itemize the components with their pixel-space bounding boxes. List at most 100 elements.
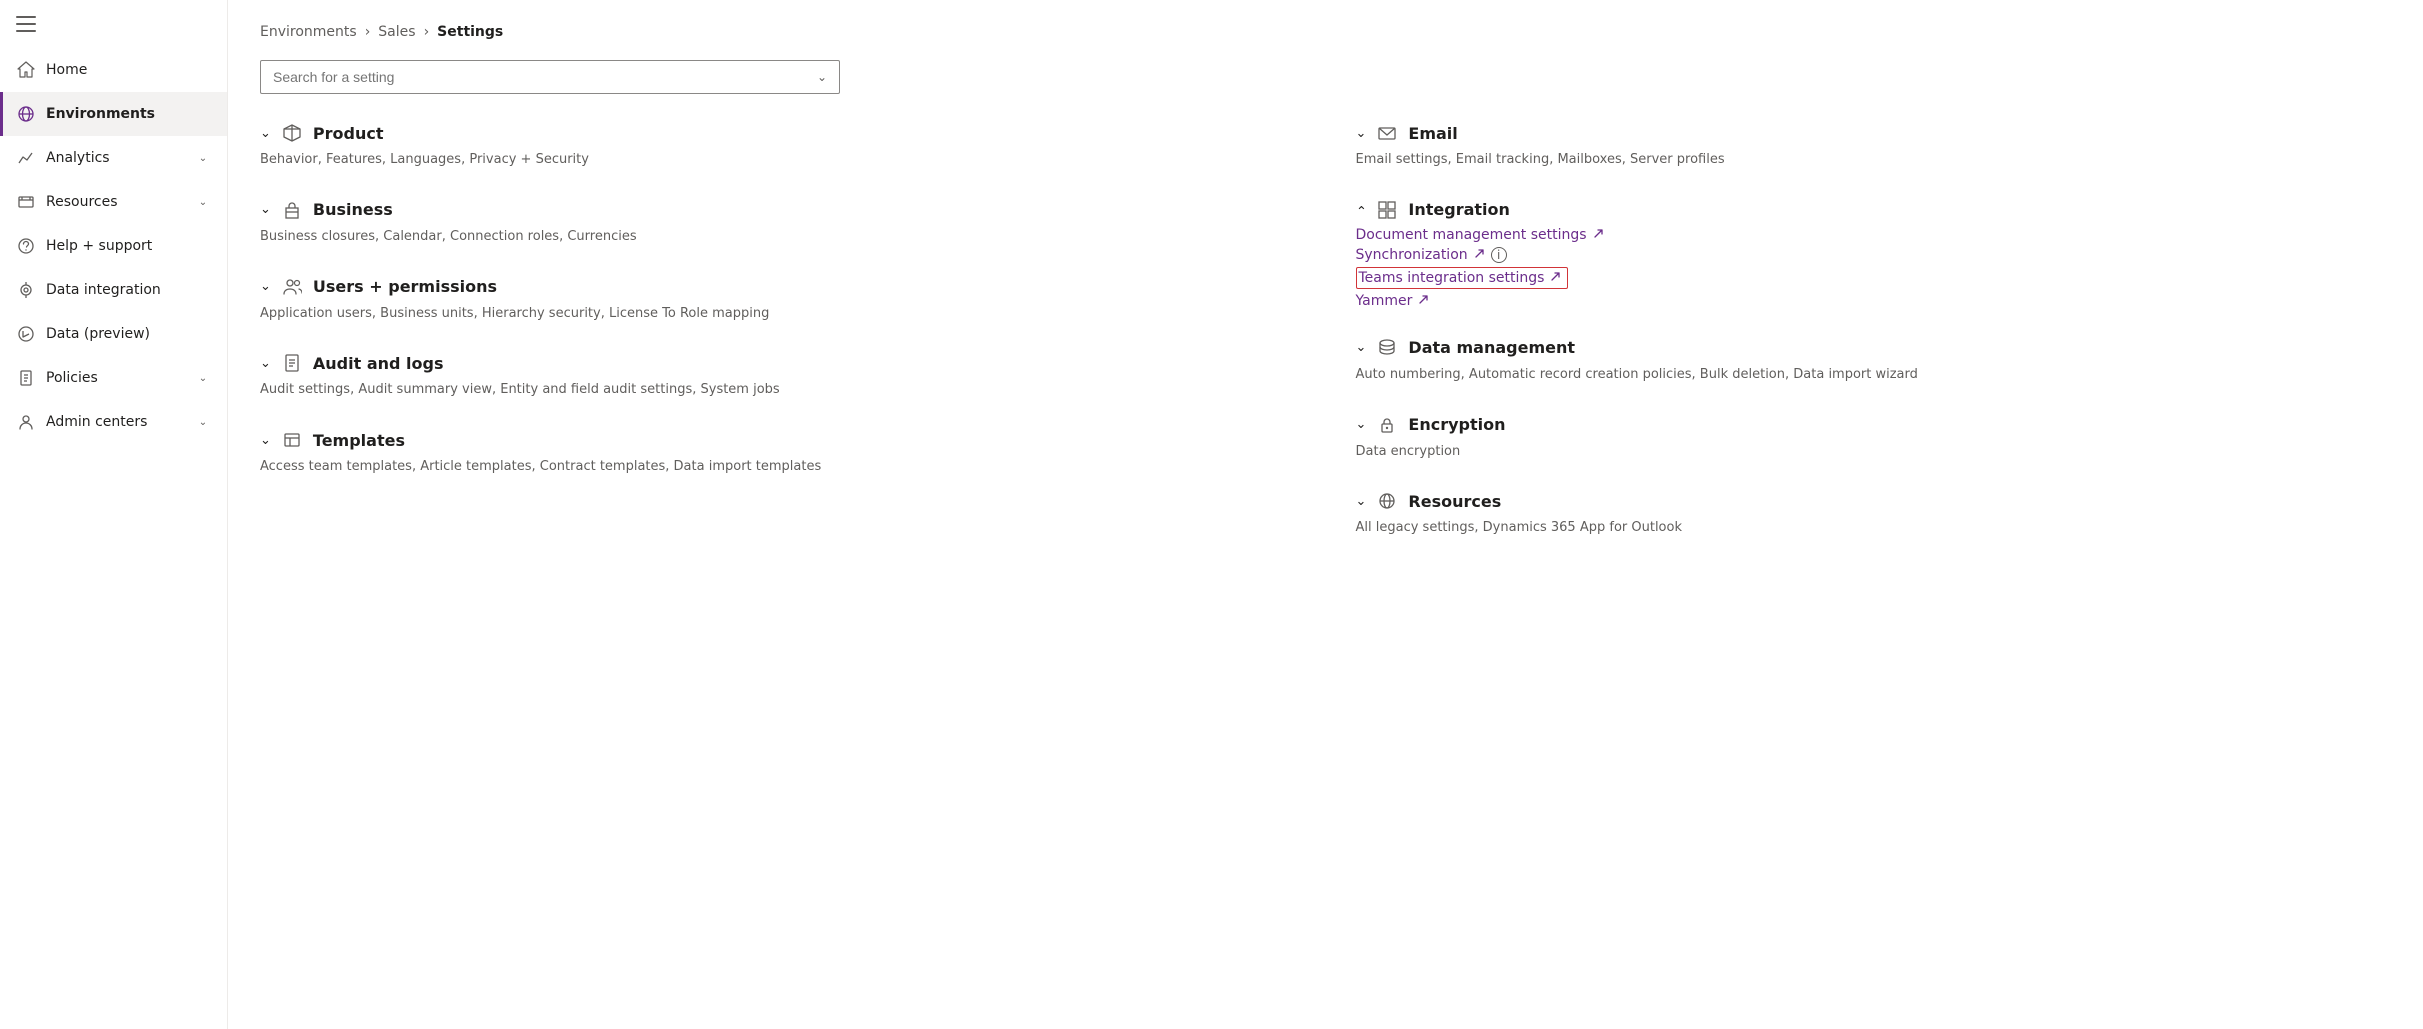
data-integration-icon bbox=[16, 280, 36, 300]
document-management-link[interactable]: Document management settings bbox=[1356, 227, 2392, 243]
section-business-title: Business bbox=[313, 200, 393, 219]
hamburger-menu-icon[interactable] bbox=[16, 14, 36, 34]
sidebar-item-home[interactable]: Home bbox=[0, 48, 227, 92]
templates-chevron-icon: ⌄ bbox=[260, 433, 271, 448]
search-input[interactable] bbox=[273, 69, 817, 85]
section-templates: ⌄ Templates Access team templates, Artic… bbox=[260, 429, 1296, 478]
sidebar-item-policies[interactable]: Policies ⌄ bbox=[0, 356, 227, 400]
sidebar-item-help-label: Help + support bbox=[46, 238, 211, 254]
resources-section-icon bbox=[1376, 490, 1398, 512]
sidebar-item-analytics[interactable]: Analytics ⌄ bbox=[0, 136, 227, 180]
sidebar-item-data-preview[interactable]: Data (preview) bbox=[0, 312, 227, 356]
search-bar[interactable]: ⌄ bbox=[260, 60, 840, 94]
section-users-header[interactable]: ⌄ Users + permissions bbox=[260, 276, 1296, 298]
section-audit-header[interactable]: ⌄ Audit and logs bbox=[260, 352, 1296, 374]
product-icon bbox=[281, 122, 303, 144]
data-preview-icon bbox=[16, 324, 36, 344]
admin-chevron-icon: ⌄ bbox=[195, 414, 211, 430]
sidebar-item-help-support[interactable]: Help + support bbox=[0, 224, 227, 268]
environments-icon bbox=[16, 104, 36, 124]
sidebar-item-analytics-label: Analytics bbox=[46, 150, 185, 166]
section-encryption: ⌄ Encryption Data encryption bbox=[1356, 414, 2392, 463]
synchronization-link[interactable]: Synchronization i bbox=[1356, 247, 2392, 263]
yammer-label: Yammer bbox=[1356, 293, 1413, 309]
section-email: ⌄ Email Email settings, Email tracking, … bbox=[1356, 122, 2392, 171]
business-icon bbox=[281, 199, 303, 221]
breadcrumb-sep-2: › bbox=[424, 24, 430, 40]
section-data-management-header[interactable]: ⌄ Data management bbox=[1356, 337, 2392, 359]
section-templates-header[interactable]: ⌄ Templates bbox=[260, 429, 1296, 451]
sidebar-item-admin-label: Admin centers bbox=[46, 414, 185, 430]
section-product-header[interactable]: ⌄ Product bbox=[260, 122, 1296, 144]
section-resources-header[interactable]: ⌄ Resources bbox=[1356, 490, 2392, 512]
data-management-icon bbox=[1376, 337, 1398, 359]
breadcrumb-settings: Settings bbox=[437, 24, 503, 40]
section-data-management: ⌄ Data management Auto numbering, Automa… bbox=[1356, 337, 2392, 386]
section-encryption-links: Data encryption bbox=[1356, 442, 2392, 463]
section-audit-links: Audit settings, Audit summary view, Enti… bbox=[260, 380, 1296, 401]
section-product-links: Behavior, Features, Languages, Privacy +… bbox=[260, 150, 1296, 171]
section-templates-links: Access team templates, Article templates… bbox=[260, 457, 1296, 478]
sidebar-item-data-integration[interactable]: Data integration bbox=[0, 268, 227, 312]
users-icon bbox=[281, 276, 303, 298]
section-resources-title: Resources bbox=[1408, 492, 1501, 511]
section-data-management-links: Auto numbering, Automatic record creatio… bbox=[1356, 365, 2392, 386]
sidebar-item-data-integration-label: Data integration bbox=[46, 282, 211, 298]
help-icon bbox=[16, 236, 36, 256]
sidebar-item-resources[interactable]: Resources ⌄ bbox=[0, 180, 227, 224]
sidebar-item-home-label: Home bbox=[46, 62, 211, 78]
section-encryption-title: Encryption bbox=[1408, 415, 1505, 434]
sidebar-header bbox=[0, 0, 227, 48]
section-users-title: Users + permissions bbox=[313, 277, 497, 296]
document-management-ext-icon bbox=[1593, 228, 1604, 242]
home-icon bbox=[16, 60, 36, 80]
section-email-links: Email settings, Email tracking, Mailboxe… bbox=[1356, 150, 2392, 171]
section-data-management-title: Data management bbox=[1408, 338, 1575, 357]
document-management-label: Document management settings bbox=[1356, 227, 1587, 243]
business-chevron-icon: ⌄ bbox=[260, 202, 271, 217]
section-audit-logs: ⌄ Audit and logs Audit settings, Audit s… bbox=[260, 352, 1296, 401]
product-chevron-icon: ⌄ bbox=[260, 126, 271, 141]
breadcrumb-environments[interactable]: Environments bbox=[260, 24, 357, 40]
sidebar-item-resources-label: Resources bbox=[46, 194, 185, 210]
resources-chevron-icon: ⌄ bbox=[195, 194, 211, 210]
section-resources-links: All legacy settings, Dynamics 365 App fo… bbox=[1356, 518, 2392, 539]
integration-icon bbox=[1376, 199, 1398, 221]
sidebar-item-environments[interactable]: Environments bbox=[0, 92, 227, 136]
section-email-header[interactable]: ⌄ Email bbox=[1356, 122, 2392, 144]
integration-chevron-icon: ⌄ bbox=[1356, 202, 1367, 217]
section-product: ⌄ Product Behavior, Features, Languages,… bbox=[260, 122, 1296, 171]
analytics-chevron-icon: ⌄ bbox=[195, 150, 211, 166]
integration-links-list: Document management settings Synchroniza… bbox=[1356, 227, 2392, 309]
yammer-ext-icon bbox=[1418, 294, 1429, 308]
section-business-links: Business closures, Calendar, Connection … bbox=[260, 227, 1296, 248]
section-business-header[interactable]: ⌄ Business bbox=[260, 199, 1296, 221]
teams-integration-link[interactable]: Teams integration settings bbox=[1359, 270, 1562, 286]
sidebar-item-policies-label: Policies bbox=[46, 370, 185, 386]
sidebar-item-admin-centers[interactable]: Admin centers ⌄ bbox=[0, 400, 227, 444]
resources-section-chevron-icon: ⌄ bbox=[1356, 494, 1367, 509]
section-product-title: Product bbox=[313, 124, 384, 143]
section-templates-title: Templates bbox=[313, 431, 405, 450]
right-column: ⌄ Email Email settings, Email tracking, … bbox=[1356, 122, 2392, 567]
section-encryption-header[interactable]: ⌄ Encryption bbox=[1356, 414, 2392, 436]
sidebar-item-environments-label: Environments bbox=[46, 106, 211, 122]
users-chevron-icon: ⌄ bbox=[260, 279, 271, 294]
templates-icon bbox=[281, 429, 303, 451]
section-email-title: Email bbox=[1408, 124, 1457, 143]
admin-icon bbox=[16, 412, 36, 432]
resources-icon bbox=[16, 192, 36, 212]
teams-integration-ext-icon bbox=[1550, 271, 1561, 285]
settings-grid: ⌄ Product Behavior, Features, Languages,… bbox=[260, 122, 2391, 567]
policies-chevron-icon: ⌄ bbox=[195, 370, 211, 386]
encryption-chevron-icon: ⌄ bbox=[1356, 417, 1367, 432]
sidebar: Home Environments Analytics ⌄ bbox=[0, 0, 228, 1029]
search-chevron-icon: ⌄ bbox=[817, 70, 827, 84]
synchronization-ext-icon bbox=[1474, 248, 1485, 262]
main-content: Environments › Sales › Settings ⌄ ⌄ bbox=[228, 0, 2423, 1029]
yammer-link[interactable]: Yammer bbox=[1356, 293, 2392, 309]
audit-icon bbox=[281, 352, 303, 374]
breadcrumb-sales[interactable]: Sales bbox=[378, 24, 415, 40]
section-integration-header[interactable]: ⌄ Integration bbox=[1356, 199, 2392, 221]
synchronization-info-icon: i bbox=[1491, 247, 1507, 263]
